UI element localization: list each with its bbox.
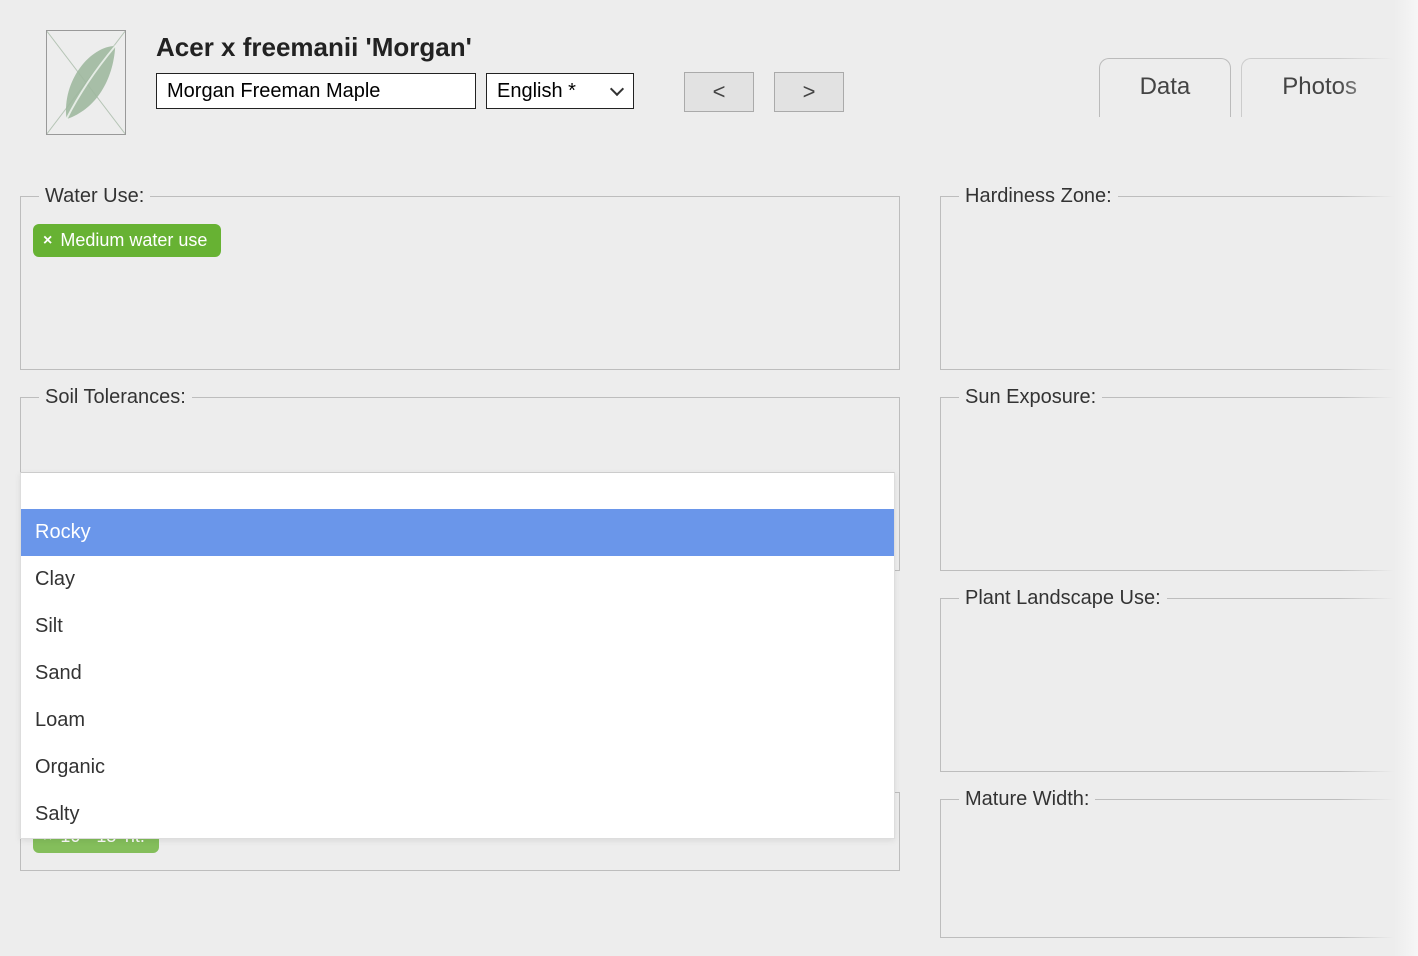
scientific-name: Acer x freemanii 'Morgan'	[156, 32, 634, 63]
water-use-tag-text: Medium water use	[60, 230, 207, 251]
soil-option[interactable]: Organic	[21, 744, 894, 791]
water-use-label: Water Use:	[39, 185, 150, 208]
soil-option[interactable]: Sand	[21, 650, 894, 697]
hardiness-zone-field[interactable]: Hardiness Zone:	[940, 185, 1418, 370]
next-record-button[interactable]: >	[774, 72, 844, 112]
tab-bar: Data Photos	[1099, 58, 1398, 117]
remove-tag-icon[interactable]: ×	[43, 233, 52, 249]
plant-logo	[46, 30, 126, 135]
prev-record-button[interactable]: <	[684, 72, 754, 112]
soil-option[interactable]: Salty	[21, 791, 894, 838]
tab-data[interactable]: Data	[1099, 58, 1232, 117]
record-nav: < >	[684, 72, 844, 112]
sun-exposure-field[interactable]: Sun Exposure:	[940, 386, 1418, 571]
soil-option[interactable]: Rocky	[21, 509, 894, 556]
plant-landscape-field[interactable]: Plant Landscape Use:	[940, 587, 1418, 772]
right-column: Hardiness Zone: Sun Exposure: Plant Land…	[940, 185, 1418, 954]
language-select[interactable]: English *	[486, 73, 634, 109]
hardiness-zone-label: Hardiness Zone:	[959, 185, 1118, 208]
soil-tolerances-dropdown[interactable]: RockyClaySiltSandLoamOrganicSalty	[20, 472, 895, 839]
soil-tolerances-label: Soil Tolerances:	[39, 386, 192, 409]
soil-option[interactable]: Clay	[21, 556, 894, 603]
mature-width-label: Mature Width:	[959, 788, 1095, 811]
header-bar: Acer x freemanii 'Morgan' English * < > …	[0, 0, 1418, 145]
sun-exposure-label: Sun Exposure:	[959, 386, 1102, 409]
tab-photos[interactable]: Photos	[1241, 58, 1398, 117]
mature-width-field[interactable]: Mature Width:	[940, 788, 1418, 938]
soil-option[interactable]: Loam	[21, 697, 894, 744]
common-name-input[interactable]	[156, 73, 476, 109]
title-block: Acer x freemanii 'Morgan' English *	[156, 30, 634, 109]
water-use-tag[interactable]: × Medium water use	[33, 224, 221, 257]
soil-option[interactable]: Silt	[21, 603, 894, 650]
water-use-field[interactable]: Water Use: × Medium water use	[20, 185, 900, 370]
dropdown-search-area[interactable]	[21, 473, 894, 509]
plant-landscape-label: Plant Landscape Use:	[959, 587, 1167, 610]
